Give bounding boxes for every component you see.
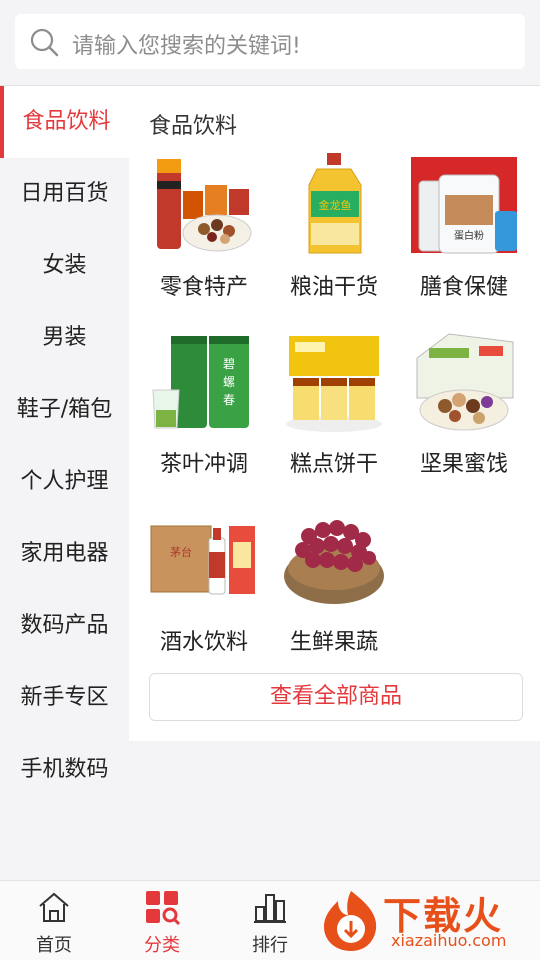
- search-icon: [30, 28, 59, 57]
- svg-text:碧: 碧: [223, 357, 235, 371]
- product-tea[interactable]: 碧 螺 春 茶叶冲调: [139, 328, 269, 488]
- watermark-url: xiazaihuo.com: [391, 931, 507, 950]
- sidebar-item-womens-wear[interactable]: 女装: [0, 230, 129, 302]
- sidebar-item-home-appliances[interactable]: 家用电器: [0, 518, 129, 590]
- product-grain-oil[interactable]: 金龙鱼 粮油干货: [269, 151, 399, 311]
- cake-image: [286, 336, 382, 432]
- xiazaihuo-watermark: 下载火 xiazaihuo.com: [318, 885, 540, 955]
- tab-category[interactable]: 分类: [108, 881, 216, 960]
- product-label: 生鲜果蔬: [289, 630, 378, 655]
- tab-label: 分类: [144, 935, 180, 956]
- svg-text:茅台: 茅台: [170, 545, 192, 559]
- tab-label: 排行: [252, 935, 288, 956]
- section-title: 食品饮料: [149, 114, 238, 139]
- cooking-oil-image: 金龙鱼: [308, 153, 362, 254]
- sidebar-item-food-drinks[interactable]: 食品饮料: [0, 86, 129, 158]
- search-input[interactable]: 请输入您搜索的关键词!: [15, 14, 525, 69]
- svg-text:春: 春: [223, 393, 235, 407]
- product-label: 茶叶冲调: [159, 452, 248, 477]
- home-icon: [39, 892, 69, 922]
- snacks-image: [157, 159, 252, 252]
- product-label: 糕点饼干: [289, 452, 378, 477]
- grapes-image: [284, 520, 384, 604]
- nuts-image: [416, 333, 514, 431]
- tab-ranking[interactable]: 排行: [216, 881, 324, 960]
- tab-label: 首页: [36, 935, 72, 956]
- category-icon: [146, 891, 180, 925]
- product-snacks[interactable]: 零食特产: [139, 151, 269, 311]
- sidebar-item-shoes-bags[interactable]: 鞋子/箱包: [0, 374, 129, 446]
- liquor-image: 茅台: [150, 525, 255, 595]
- protein-powder-image: 蛋白粉: [411, 157, 517, 254]
- sidebar-item-daily-goods[interactable]: 日用百货: [0, 158, 129, 230]
- sidebar-item-newbie-zone[interactable]: 新手专区: [0, 662, 129, 734]
- sidebar-item-mens-wear[interactable]: 男装: [0, 302, 129, 374]
- category-sidebar: 食品饮料 日用百货 女装 男装 鞋子/箱包 个人护理 家用电器 数码产品 新手专…: [0, 86, 129, 880]
- product-label: 粮油干货: [289, 275, 378, 300]
- svg-text:金龙鱼: 金龙鱼: [319, 198, 352, 212]
- sidebar-item-digital-products[interactable]: 数码产品: [0, 590, 129, 662]
- product-label: 零食特产: [159, 275, 248, 300]
- search-bar: 请输入您搜索的关键词!: [0, 0, 540, 86]
- ranking-icon: [254, 894, 286, 923]
- flame-logo-icon: [324, 891, 377, 951]
- product-label: 坚果蜜饯: [419, 452, 508, 477]
- product-fresh-produce[interactable]: 生鲜果蔬: [269, 506, 399, 666]
- category-content: 食品饮料 零食特产 金龙鱼 粮油干货 蛋白粉 膳食保健 碧 螺 春 茶叶冲调 糕…: [129, 86, 540, 741]
- tea-cans-image: 碧 螺 春: [152, 336, 249, 429]
- product-liquor[interactable]: 茅台 酒水饮料: [139, 506, 269, 666]
- product-label: 酒水饮料: [159, 630, 248, 655]
- product-nuts[interactable]: 坚果蜜饯: [399, 328, 529, 488]
- tab-home[interactable]: 首页: [0, 881, 108, 960]
- svg-text:螺: 螺: [223, 375, 235, 389]
- product-pastries[interactable]: 糕点饼干: [269, 328, 399, 488]
- svg-text:蛋白粉: 蛋白粉: [454, 229, 484, 242]
- product-label: 膳食保健: [419, 275, 508, 300]
- view-all-products-button[interactable]: 查看全部商品: [149, 673, 523, 721]
- search-placeholder: 请输入您搜索的关键词!: [72, 34, 301, 59]
- sidebar-item-personal-care[interactable]: 个人护理: [0, 446, 129, 518]
- product-health-supplements[interactable]: 蛋白粉 膳食保健: [399, 151, 529, 311]
- sidebar-item-mobile-digital[interactable]: 手机数码: [0, 734, 129, 806]
